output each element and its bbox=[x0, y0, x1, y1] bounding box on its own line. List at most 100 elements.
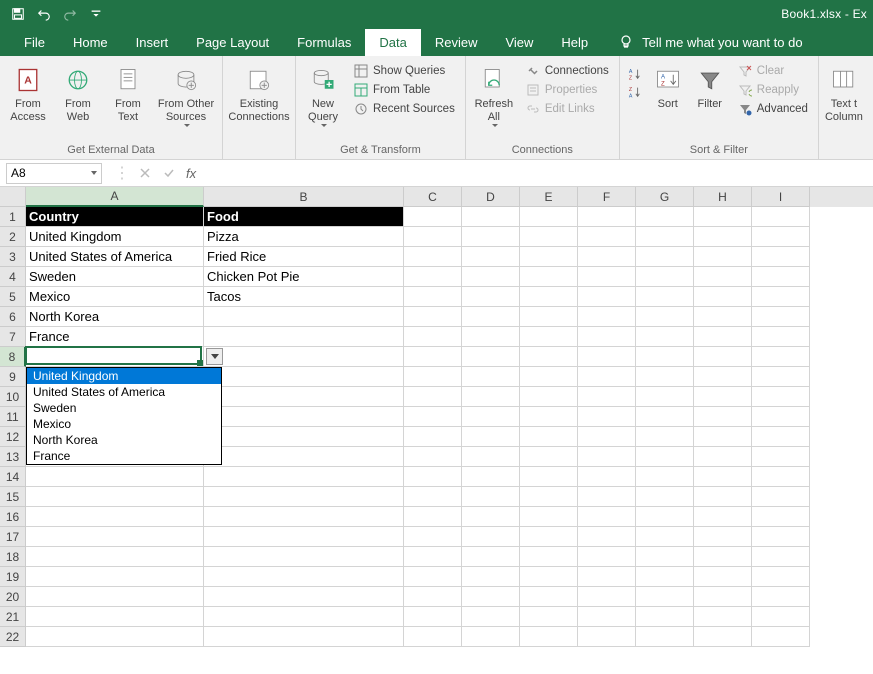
cell-E14[interactable] bbox=[520, 467, 578, 487]
cell-A4[interactable]: Sweden bbox=[26, 267, 204, 287]
cell-B12[interactable] bbox=[204, 427, 404, 447]
cell-E17[interactable] bbox=[520, 527, 578, 547]
cell-C8[interactable] bbox=[404, 347, 462, 367]
cell-E10[interactable] bbox=[520, 387, 578, 407]
row-header-11[interactable]: 11 bbox=[0, 407, 26, 427]
column-header-B[interactable]: B bbox=[204, 187, 404, 207]
data-validation-dropdown-button[interactable] bbox=[206, 348, 223, 365]
tab-help[interactable]: Help bbox=[547, 29, 602, 56]
cell-B9[interactable] bbox=[204, 367, 404, 387]
cell-A22[interactable] bbox=[26, 627, 204, 647]
cell-H19[interactable] bbox=[694, 567, 752, 587]
cell-F19[interactable] bbox=[578, 567, 636, 587]
cell-C20[interactable] bbox=[404, 587, 462, 607]
tell-me-search[interactable]: Tell me what you want to do bbox=[608, 28, 812, 56]
cell-I6[interactable] bbox=[752, 307, 810, 327]
cell-C2[interactable] bbox=[404, 227, 462, 247]
cell-I10[interactable] bbox=[752, 387, 810, 407]
cell-E20[interactable] bbox=[520, 587, 578, 607]
cell-C4[interactable] bbox=[404, 267, 462, 287]
cell-I2[interactable] bbox=[752, 227, 810, 247]
cell-F3[interactable] bbox=[578, 247, 636, 267]
tab-formulas[interactable]: Formulas bbox=[283, 29, 365, 56]
new-query-button[interactable]: New Query bbox=[300, 62, 346, 129]
cell-B21[interactable] bbox=[204, 607, 404, 627]
cell-A2[interactable]: United Kingdom bbox=[26, 227, 204, 247]
cell-B4[interactable]: Chicken Pot Pie bbox=[204, 267, 404, 287]
cell-D17[interactable] bbox=[462, 527, 520, 547]
cell-B19[interactable] bbox=[204, 567, 404, 587]
cell-I17[interactable] bbox=[752, 527, 810, 547]
cell-F14[interactable] bbox=[578, 467, 636, 487]
row-header-14[interactable]: 14 bbox=[0, 467, 26, 487]
cell-G6[interactable] bbox=[636, 307, 694, 327]
cell-H14[interactable] bbox=[694, 467, 752, 487]
cell-B10[interactable] bbox=[204, 387, 404, 407]
cell-G5[interactable] bbox=[636, 287, 694, 307]
cell-F13[interactable] bbox=[578, 447, 636, 467]
row-header-10[interactable]: 10 bbox=[0, 387, 26, 407]
row-header-3[interactable]: 3 bbox=[0, 247, 26, 267]
cell-A8[interactable] bbox=[26, 347, 204, 367]
cell-C12[interactable] bbox=[404, 427, 462, 447]
cell-E2[interactable] bbox=[520, 227, 578, 247]
cell-H22[interactable] bbox=[694, 627, 752, 647]
cell-I4[interactable] bbox=[752, 267, 810, 287]
cell-D19[interactable] bbox=[462, 567, 520, 587]
cell-A15[interactable] bbox=[26, 487, 204, 507]
tab-review[interactable]: Review bbox=[421, 29, 492, 56]
cell-G10[interactable] bbox=[636, 387, 694, 407]
cell-F11[interactable] bbox=[578, 407, 636, 427]
cell-D1[interactable] bbox=[462, 207, 520, 227]
tab-file[interactable]: File bbox=[10, 29, 59, 56]
undo-button[interactable] bbox=[32, 3, 56, 25]
cell-C14[interactable] bbox=[404, 467, 462, 487]
cell-I18[interactable] bbox=[752, 547, 810, 567]
cell-A21[interactable] bbox=[26, 607, 204, 627]
cell-I13[interactable] bbox=[752, 447, 810, 467]
cell-D5[interactable] bbox=[462, 287, 520, 307]
dv-option[interactable]: Mexico bbox=[27, 416, 221, 432]
tab-home[interactable]: Home bbox=[59, 29, 122, 56]
row-header-13[interactable]: 13 bbox=[0, 447, 26, 467]
cell-E12[interactable] bbox=[520, 427, 578, 447]
cell-D21[interactable] bbox=[462, 607, 520, 627]
from-access-button[interactable]: AFrom Access bbox=[4, 62, 52, 126]
cell-C17[interactable] bbox=[404, 527, 462, 547]
dv-option[interactable]: United Kingdom bbox=[27, 368, 221, 384]
cell-G17[interactable] bbox=[636, 527, 694, 547]
refresh-all-button[interactable]: Refresh All bbox=[470, 62, 518, 129]
redo-button[interactable] bbox=[58, 3, 82, 25]
cell-I11[interactable] bbox=[752, 407, 810, 427]
cell-B8[interactable] bbox=[204, 347, 404, 367]
cell-G1[interactable] bbox=[636, 207, 694, 227]
cell-C7[interactable] bbox=[404, 327, 462, 347]
cell-C3[interactable] bbox=[404, 247, 462, 267]
cell-B7[interactable] bbox=[204, 327, 404, 347]
tab-data[interactable]: Data bbox=[365, 29, 420, 56]
cell-B14[interactable] bbox=[204, 467, 404, 487]
cell-A19[interactable] bbox=[26, 567, 204, 587]
cell-H1[interactable] bbox=[694, 207, 752, 227]
cell-I12[interactable] bbox=[752, 427, 810, 447]
cell-D14[interactable] bbox=[462, 467, 520, 487]
cell-C9[interactable] bbox=[404, 367, 462, 387]
from-web-button[interactable]: From Web bbox=[54, 62, 102, 126]
cell-G21[interactable] bbox=[636, 607, 694, 627]
cell-D4[interactable] bbox=[462, 267, 520, 287]
cell-A1[interactable]: Country bbox=[26, 207, 204, 227]
cell-E3[interactable] bbox=[520, 247, 578, 267]
column-header-D[interactable]: D bbox=[462, 187, 520, 207]
fx-icon[interactable]: fx bbox=[186, 166, 196, 181]
cell-I19[interactable] bbox=[752, 567, 810, 587]
cell-I20[interactable] bbox=[752, 587, 810, 607]
column-header-G[interactable]: G bbox=[636, 187, 694, 207]
cell-H20[interactable] bbox=[694, 587, 752, 607]
cell-E4[interactable] bbox=[520, 267, 578, 287]
cell-D20[interactable] bbox=[462, 587, 520, 607]
cell-H16[interactable] bbox=[694, 507, 752, 527]
cell-D3[interactable] bbox=[462, 247, 520, 267]
cell-G14[interactable] bbox=[636, 467, 694, 487]
cell-D10[interactable] bbox=[462, 387, 520, 407]
cell-G4[interactable] bbox=[636, 267, 694, 287]
